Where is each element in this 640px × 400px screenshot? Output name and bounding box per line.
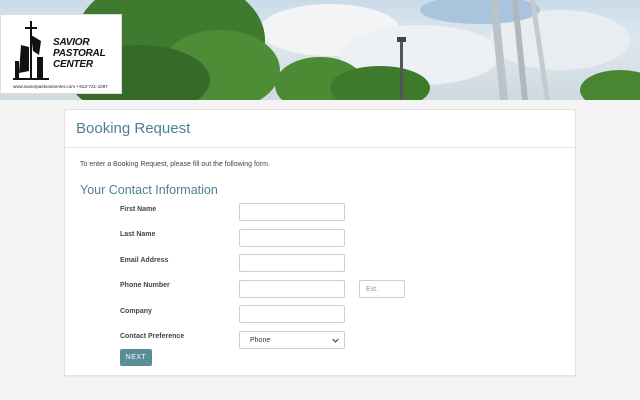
phone-input[interactable] [239, 280, 345, 298]
logo-line-3: CENTER [53, 59, 93, 70]
site-logo[interactable]: SAVIOR PASTORAL CENTER www.saviorpastora… [0, 14, 122, 94]
last-name-label: Last Name [120, 231, 156, 238]
intro-text: To enter a Booking Request, please fill … [80, 161, 270, 168]
first-name-input[interactable] [239, 203, 345, 221]
first-name-label: First Name [120, 206, 157, 213]
email-label: Email Address [120, 257, 169, 264]
logo-url: www.saviorpastoralcenter.com • 913-721-1… [13, 84, 108, 89]
section-title-contact: Your Contact Information [80, 183, 218, 197]
phone-label: Phone Number [120, 282, 170, 289]
logo-line-2: PASTORAL [53, 48, 106, 59]
page-title: Booking Request [76, 120, 191, 137]
company-input[interactable] [239, 305, 345, 323]
contact-preference-select[interactable]: Phone [239, 331, 345, 349]
chevron-down-icon [332, 338, 339, 343]
contact-preference-label: Contact Preference [120, 333, 185, 340]
company-label: Company [120, 308, 152, 315]
logo-wordmark: SAVIOR PASTORAL CENTER [53, 37, 106, 70]
logo-line-1: SAVIOR [53, 37, 90, 48]
contact-preference-value: Phone [250, 337, 271, 344]
booking-request-card: Booking Request To enter a Booking Reque… [64, 109, 576, 376]
next-button[interactable]: NEXT [120, 349, 152, 366]
header-banner: SAVIOR PASTORAL CENTER www.saviorpastora… [0, 0, 640, 100]
title-divider [65, 147, 575, 148]
cross-logo-icon [13, 21, 49, 80]
last-name-input[interactable] [239, 229, 345, 247]
email-input[interactable] [239, 254, 345, 272]
phone-ext-input[interactable] [359, 280, 405, 298]
